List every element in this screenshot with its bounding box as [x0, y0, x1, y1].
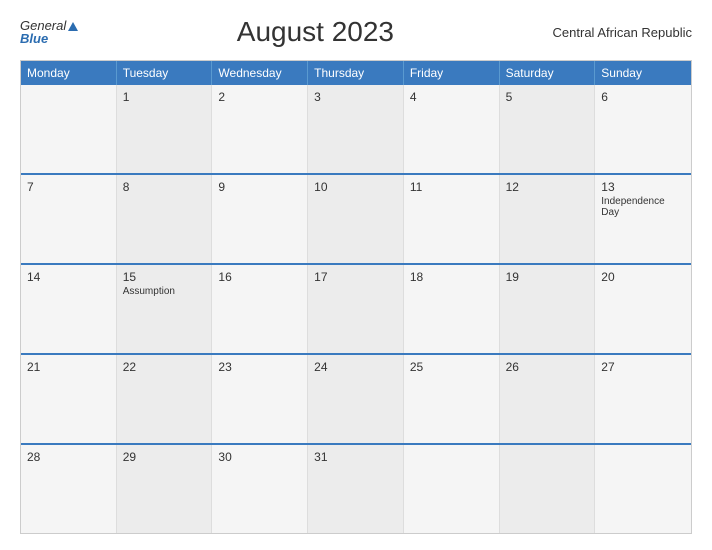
cell-w4-mon: 21 [21, 355, 117, 443]
header-saturday: Saturday [500, 61, 596, 85]
cell-w4-wed: 23 [212, 355, 308, 443]
cell-w1-sat: 5 [500, 85, 596, 173]
cell-w2-tue: 8 [117, 175, 213, 263]
calendar-body: 1 2 3 4 5 6 7 8 9 10 11 12 13 Independen… [21, 85, 691, 533]
cell-w2-wed: 9 [212, 175, 308, 263]
cell-w2-sun: 13 Independence Day [595, 175, 691, 263]
cell-w5-mon: 28 [21, 445, 117, 533]
cell-w3-tue: 15 Assumption [117, 265, 213, 353]
cell-w3-sat: 19 [500, 265, 596, 353]
calendar-row-4: 21 22 23 24 25 26 27 [21, 353, 691, 443]
logo-triangle-icon [68, 22, 78, 31]
cell-w1-thu: 3 [308, 85, 404, 173]
cell-w4-thu: 24 [308, 355, 404, 443]
cell-w5-wed: 30 [212, 445, 308, 533]
cell-w5-sun [595, 445, 691, 533]
cell-w1-sun: 6 [595, 85, 691, 173]
cell-w2-thu: 10 [308, 175, 404, 263]
page-title: August 2023 [237, 16, 394, 48]
cell-w5-thu: 31 [308, 445, 404, 533]
cell-w2-sat: 12 [500, 175, 596, 263]
cell-w3-mon: 14 [21, 265, 117, 353]
header-friday: Friday [404, 61, 500, 85]
calendar-row-3: 14 15 Assumption 16 17 18 19 20 [21, 263, 691, 353]
cell-w3-fri: 18 [404, 265, 500, 353]
calendar-row-1: 1 2 3 4 5 6 [21, 85, 691, 173]
cell-w5-tue: 29 [117, 445, 213, 533]
cell-w3-sun: 20 [595, 265, 691, 353]
cell-w3-wed: 16 [212, 265, 308, 353]
cell-w1-wed: 2 [212, 85, 308, 173]
cell-w5-sat [500, 445, 596, 533]
logo-blue-text: Blue [20, 32, 78, 45]
header-tuesday: Tuesday [117, 61, 213, 85]
cell-w4-sat: 26 [500, 355, 596, 443]
calendar-row-2: 7 8 9 10 11 12 13 Independence Day [21, 173, 691, 263]
cell-w4-fri: 25 [404, 355, 500, 443]
cell-w5-fri [404, 445, 500, 533]
cell-w4-sun: 27 [595, 355, 691, 443]
cell-w1-fri: 4 [404, 85, 500, 173]
page-header: General Blue August 2023 Central African… [20, 16, 692, 48]
calendar-row-5: 28 29 30 31 [21, 443, 691, 533]
cell-w1-mon [21, 85, 117, 173]
calendar: Monday Tuesday Wednesday Thursday Friday… [20, 60, 692, 534]
header-monday: Monday [21, 61, 117, 85]
header-sunday: Sunday [595, 61, 691, 85]
cell-w4-tue: 22 [117, 355, 213, 443]
country-label: Central African Republic [553, 25, 692, 40]
calendar-header: Monday Tuesday Wednesday Thursday Friday… [21, 61, 691, 85]
logo: General Blue [20, 19, 78, 45]
cell-w2-mon: 7 [21, 175, 117, 263]
header-thursday: Thursday [308, 61, 404, 85]
header-wednesday: Wednesday [212, 61, 308, 85]
cell-w3-thu: 17 [308, 265, 404, 353]
cell-w1-tue: 1 [117, 85, 213, 173]
cell-w2-fri: 11 [404, 175, 500, 263]
